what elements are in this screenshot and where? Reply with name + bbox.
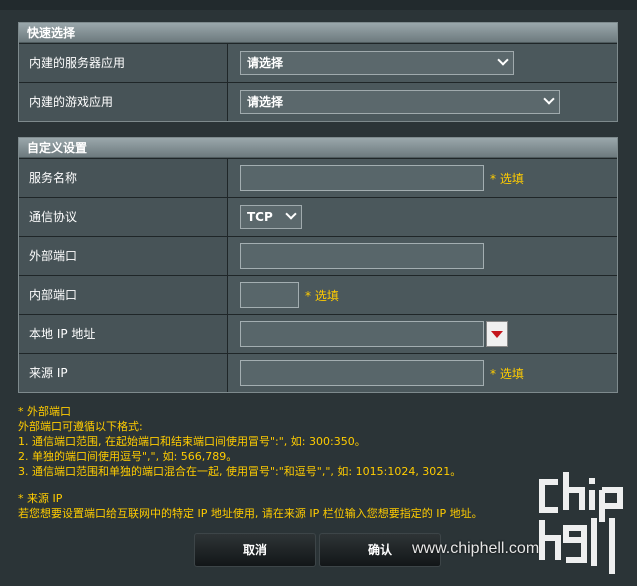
- server-app-select-value: 请选择: [247, 56, 284, 70]
- protocol-select[interactable]: TCP: [240, 205, 302, 229]
- chevron-down-icon: [497, 54, 509, 66]
- game-app-select-value: 请选择: [247, 95, 284, 109]
- chevron-down-icon: [285, 208, 297, 220]
- cancel-button[interactable]: 取消: [194, 533, 316, 567]
- service-name-row: 服务名称 * 选填: [19, 158, 617, 197]
- chevron-down-icon: [543, 93, 555, 105]
- chiphell-logo: [539, 472, 623, 574]
- internal-port-row: 内部端口 * 选填: [19, 275, 617, 314]
- game-app-select[interactable]: 请选择: [240, 90, 560, 114]
- game-app-row: 内建的游戏应用 请选择: [19, 82, 617, 121]
- custom-settings-section: 自定义设置 服务名称 * 选填 通信协议 TCP 外部端口 内部端口 * 选填 …: [18, 137, 618, 393]
- source-note-line: 若您想要设置端口给互联网中的特定 IP 地址使用, 请在来源 IP 栏位输入您想…: [18, 507, 483, 520]
- internal-port-optional: * 选填: [305, 288, 339, 303]
- protocol-select-value: TCP: [247, 210, 273, 224]
- top-strip: [0, 0, 637, 10]
- server-app-label: 内建的服务器应用: [19, 44, 228, 82]
- external-note-line: 外部端口可遵循以下格式:: [18, 420, 143, 433]
- service-name-label: 服务名称: [19, 159, 228, 197]
- source-ip-input[interactable]: [240, 360, 484, 386]
- local-ip-row: 本地 IP 地址: [19, 314, 617, 353]
- local-ip-input[interactable]: [240, 321, 484, 347]
- quick-select-section: 快速选择 内建的服务器应用 请选择 内建的游戏应用 请选择: [18, 22, 618, 122]
- help-notes: * 外部端口 外部端口可遵循以下格式: 1. 通信端口范围, 在起始端口和结束端…: [18, 404, 618, 521]
- service-name-optional: * 选填: [490, 171, 524, 186]
- watermark-url: www.chiphell.com: [412, 540, 540, 557]
- external-note-line: 3. 通信端口范围和单独的端口混合在一起, 使用冒号":"和逗号",", 如: …: [18, 465, 462, 478]
- local-ip-dropdown-button[interactable]: [486, 321, 508, 347]
- source-ip-optional: * 选填: [490, 366, 524, 381]
- protocol-row: 通信协议 TCP: [19, 197, 617, 236]
- source-ip-row: 来源 IP * 选填: [19, 353, 617, 392]
- game-app-label: 内建的游戏应用: [19, 83, 228, 121]
- custom-settings-title: 自定义设置: [19, 138, 617, 158]
- external-port-input[interactable]: [240, 243, 484, 269]
- quick-select-title: 快速选择: [19, 23, 617, 43]
- external-port-label: 外部端口: [19, 237, 228, 275]
- local-ip-label: 本地 IP 地址: [19, 315, 228, 353]
- protocol-label: 通信协议: [19, 198, 228, 236]
- server-app-row: 内建的服务器应用 请选择: [19, 43, 617, 82]
- external-note-line: 1. 通信端口范围, 在起始端口和结束端口间使用冒号":", 如: 300:35…: [18, 435, 366, 448]
- external-port-row: 外部端口: [19, 236, 617, 275]
- server-app-select[interactable]: 请选择: [240, 51, 514, 75]
- internal-port-input[interactable]: [240, 282, 299, 308]
- service-name-input[interactable]: [240, 165, 484, 191]
- source-ip-label: 来源 IP: [19, 354, 228, 392]
- external-note-title: * 外部端口: [18, 405, 71, 418]
- triangle-down-icon: [491, 331, 503, 338]
- source-note-title: * 来源 IP: [18, 492, 63, 505]
- external-note-line: 2. 单独的端口间使用逗号",", 如: 566,789。: [18, 450, 238, 463]
- internal-port-label: 内部端口: [19, 276, 228, 314]
